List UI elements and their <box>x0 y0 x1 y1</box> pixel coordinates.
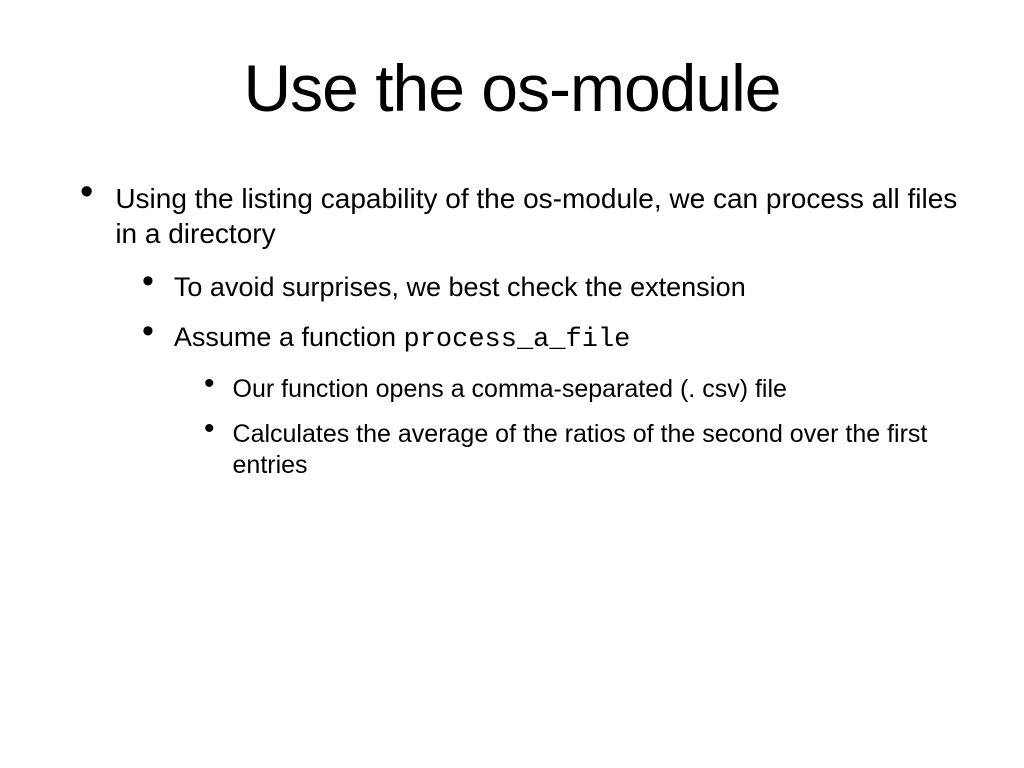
bullet-dot-icon: • <box>142 271 154 291</box>
slide-title: Use the os-module <box>60 50 964 126</box>
bullet-level2: • Assume a function process_a_file <box>142 321 964 358</box>
bullet-sublist: • To avoid surprises, we best check the … <box>60 271 964 481</box>
bullet-dot-icon: • <box>204 419 215 439</box>
bullet-dot-icon: • <box>80 181 93 204</box>
bullet-text: Calculates the average of the ratios of … <box>233 419 964 482</box>
bullet-text: Assume a function process_a_file <box>174 321 630 358</box>
bullet-text: Using the listing capability of the os-m… <box>115 181 964 251</box>
bullet-text: Our function opens a comma-separated (. … <box>233 374 787 405</box>
bullet-level2: • To avoid surprises, we best check the … <box>142 271 964 305</box>
bullet-level3: • Our function opens a comma-separated (… <box>204 374 964 405</box>
bullet-text: To avoid surprises, we best check the ex… <box>174 271 746 305</box>
bullet-text-prefix: Assume a function <box>174 322 404 352</box>
bullet-level3: • Calculates the average of the ratios o… <box>204 419 964 482</box>
bullet-dot-icon: • <box>204 374 215 394</box>
slide-container: Use the os-module • Using the listing ca… <box>0 0 1024 768</box>
code-text: process_a_file <box>404 325 631 355</box>
bullet-level1: • Using the listing capability of the os… <box>80 181 964 251</box>
bullet-subsublist: • Our function opens a comma-separated (… <box>60 374 964 482</box>
bullet-list: • Using the listing capability of the os… <box>60 181 964 481</box>
bullet-dot-icon: • <box>142 321 154 341</box>
